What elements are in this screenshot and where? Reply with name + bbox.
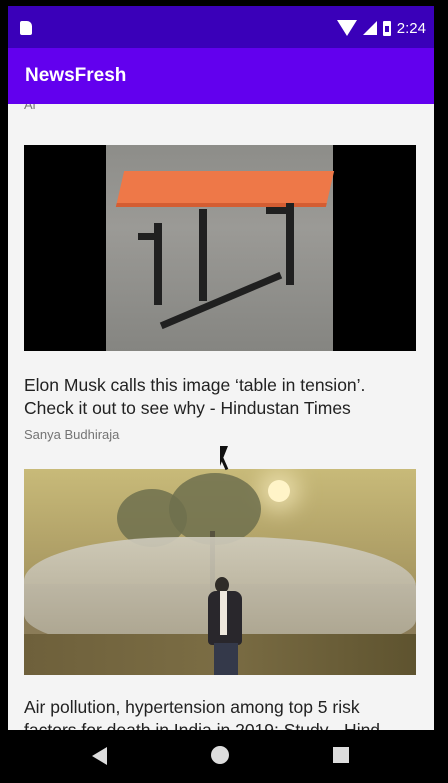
app-bar: NewsFresh [8,48,434,104]
table-base-shape [266,207,292,214]
table-leg-shape [199,209,207,301]
table-leg-shape [286,203,294,285]
clock: 2:24 [396,19,426,37]
news-feed[interactable]: Ai Elon Musk calls this image ‘table in … [8,104,434,736]
sun-shape [268,480,290,502]
status-icons: 2:24 [336,19,426,37]
table-photo [106,145,335,351]
person-scarf-shape [220,591,227,635]
previous-article-author: Ai [24,104,36,112]
wifi-icon [336,20,357,36]
table-base-shape [138,233,162,240]
phone-screen: 2:24 NewsFresh Ai Elon Musk calls this i… [8,6,434,783]
tree-shape [169,473,261,545]
article-headline[interactable]: Elon Musk calls this image ‘table in ten… [24,374,416,420]
recent-apps-icon[interactable] [333,747,349,763]
status-bar: 2:24 [8,6,434,48]
app-title: NewsFresh [25,65,127,86]
article-image-table[interactable] [24,145,416,351]
sim-card-icon [20,21,32,35]
table-top-shape [115,171,335,207]
article-image-pollution[interactable] [24,469,416,675]
table-base-shape [159,271,283,330]
home-icon[interactable] [211,746,229,764]
signal-icon [362,21,377,35]
mouse-cursor-icon [220,446,228,466]
article-author: Sanya Budhiraja [24,427,120,442]
battery-icon [382,20,391,36]
back-icon[interactable] [92,747,107,765]
person-legs-shape [214,643,238,675]
navigation-bar [8,730,434,783]
